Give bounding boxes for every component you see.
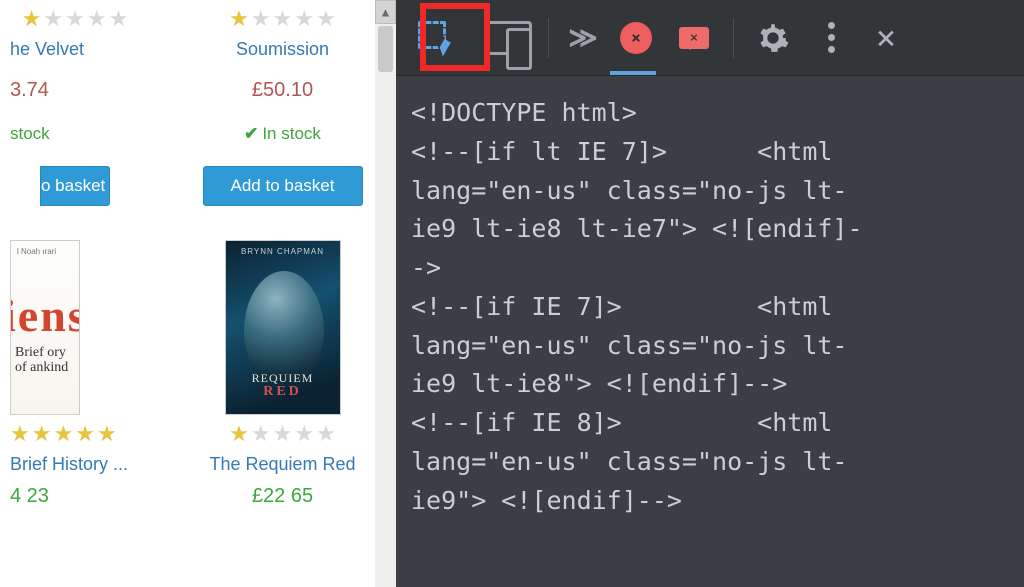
- product-title[interactable]: The Requiem Red: [200, 453, 365, 476]
- devtools-left-scrollbar[interactable]: ▲: [375, 0, 396, 587]
- cover-subtitle: Brief ory of ankind: [15, 345, 79, 376]
- code-line: <!--[if IE 7]> <html: [411, 288, 1024, 327]
- source-code-view[interactable]: <!DOCTYPE html> <!--[if lt IE 7]> <html …: [397, 76, 1024, 587]
- star-icon: ★: [65, 6, 85, 32]
- webpage-pane: ★ ★ ★ ★ ★ he Velvet 3.74 stock o basket …: [0, 0, 375, 587]
- product-grid: ★ ★ ★ ★ ★ he Velvet 3.74 stock o basket …: [0, 0, 375, 508]
- star-icon: ★: [251, 421, 271, 447]
- code-line: ie9 lt-ie8"> <![endif]-->: [411, 365, 1024, 404]
- product-price: 4 23: [10, 485, 140, 508]
- devtools-pane: ▲ ≫ × × ×: [375, 0, 1024, 587]
- cover-line2: RED: [226, 384, 340, 400]
- code-line: ie9 lt-ie8 lt-ie7"> <![endif]-: [411, 210, 1024, 249]
- error-indicator[interactable]: ×: [611, 0, 661, 76]
- toolbar-separator: [733, 18, 734, 58]
- stock-status: stock: [10, 124, 140, 144]
- stock-status: ✔In stock: [200, 124, 365, 144]
- code-line: lang="en-us" class="no-js lt-: [411, 327, 1024, 366]
- toolbar-separator: [548, 18, 549, 58]
- product-price: £50.10: [200, 79, 365, 102]
- cover-art: [244, 271, 324, 381]
- more-tabs-button[interactable]: ≫: [555, 0, 611, 76]
- product-price: 3.74: [10, 79, 140, 102]
- product-card: ★ ★ ★ ★ ★ Soumission £50.10 ✔In stock Ad…: [150, 0, 375, 226]
- add-to-basket-button[interactable]: Add to basket: [203, 166, 363, 206]
- product-card: ★ ★ ★ ★ ★ he Velvet 3.74 stock o basket: [0, 0, 150, 226]
- add-to-basket-button[interactable]: o basket: [40, 166, 110, 206]
- star-icon: ★: [273, 6, 293, 32]
- product-title[interactable]: Soumission: [200, 38, 365, 61]
- rating-stars: ★ ★ ★ ★ ★: [200, 6, 365, 32]
- inspect-element-button[interactable]: [396, 0, 474, 76]
- product-title[interactable]: he Velvet: [10, 38, 140, 61]
- star-icon: ★: [316, 6, 336, 32]
- issues-icon: ×: [679, 27, 709, 49]
- star-icon: ★: [22, 6, 42, 32]
- scrollbar-up-button[interactable]: ▲: [375, 0, 396, 24]
- code-line: ie9"> <![endif]-->: [411, 482, 1024, 521]
- cover-author: BRYNN CHAPMAN: [226, 247, 340, 256]
- more-menu-button[interactable]: [806, 0, 856, 76]
- product-title[interactable]: Brief History ...: [10, 453, 140, 476]
- star-icon: ★: [294, 421, 314, 447]
- product-thumbnail[interactable]: BRYNN CHAPMAN REQUIEM RED: [225, 240, 341, 415]
- star-icon: ★: [53, 421, 73, 447]
- star-icon: ★: [294, 6, 314, 32]
- star-icon: ★: [43, 6, 63, 32]
- star-icon: ★: [32, 421, 52, 447]
- star-icon: ★: [97, 421, 117, 447]
- rating-stars: ★ ★ ★ ★ ★: [10, 6, 140, 32]
- gear-icon: [756, 21, 790, 55]
- close-devtools-button[interactable]: ×: [856, 0, 916, 76]
- star-icon: ★: [273, 421, 293, 447]
- rating-stars: ★ ★ ★ ★ ★: [10, 421, 140, 447]
- devtools-toolbar: ≫ × × ×: [396, 0, 1024, 76]
- error-icon: ×: [620, 22, 652, 54]
- star-icon: ★: [87, 6, 107, 32]
- rating-stars: ★ ★ ★ ★ ★: [200, 421, 365, 447]
- device-toolbar-button[interactable]: [474, 0, 542, 76]
- kebab-icon: [828, 22, 835, 53]
- star-icon: ★: [251, 6, 271, 32]
- code-line: ->: [411, 249, 1024, 288]
- star-icon: ★: [75, 421, 95, 447]
- code-line: lang="en-us" class="no-js lt-: [411, 172, 1024, 211]
- chevron-right-icon: ≫: [568, 21, 597, 54]
- settings-button[interactable]: [740, 0, 806, 76]
- code-line: <!--[if lt IE 7]> <html: [411, 133, 1024, 172]
- product-card: l Noah ırari iens Brief ory of ankind ★ …: [0, 240, 150, 509]
- scrollbar-thumb[interactable]: [378, 26, 393, 72]
- code-line: lang="en-us" class="no-js lt-: [411, 443, 1024, 482]
- check-icon: ✔: [244, 124, 258, 144]
- product-price: £22 65: [200, 485, 365, 508]
- star-icon: ★: [316, 421, 336, 447]
- star-icon: ★: [229, 6, 249, 32]
- star-icon: ★: [109, 6, 129, 32]
- star-icon: ★: [10, 421, 30, 447]
- inspect-icon: [415, 18, 455, 58]
- code-line: <!DOCTYPE html>: [411, 94, 1024, 133]
- product-thumbnail[interactable]: l Noah ırari iens Brief ory of ankind: [10, 240, 80, 415]
- device-icon: [484, 21, 532, 55]
- close-icon: ×: [876, 18, 896, 58]
- star-icon: ★: [229, 421, 249, 447]
- product-card: BRYNN CHAPMAN REQUIEM RED ★ ★ ★ ★ ★ The …: [150, 240, 375, 509]
- issues-indicator[interactable]: ×: [661, 0, 727, 76]
- code-line: <!--[if IE 8]> <html: [411, 404, 1024, 443]
- cover-author: l Noah ırari: [17, 247, 79, 256]
- cover-bigword: iens: [10, 289, 80, 342]
- active-tab-underline: [610, 71, 656, 75]
